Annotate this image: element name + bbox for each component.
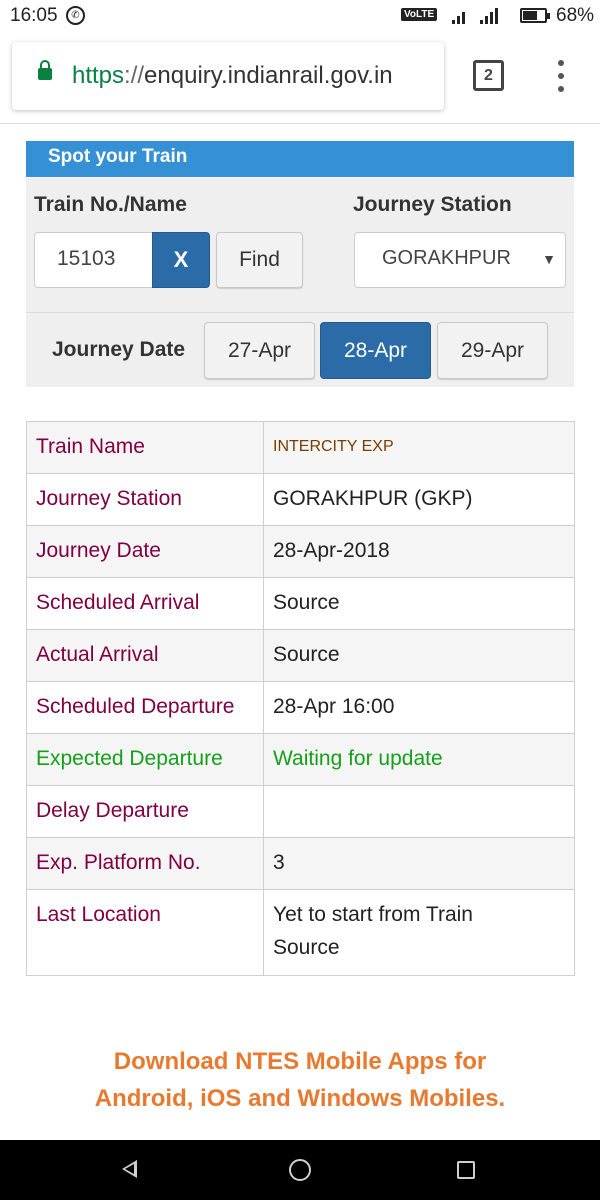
date-button-28-apr[interactable]: 28-Apr: [320, 322, 431, 379]
promo-line-1: Download NTES Mobile Apps for: [113, 1048, 487, 1075]
url-bar[interactable]: https://enquiry.indianrail.gov.in: [12, 42, 444, 110]
row-key: Delay Departure: [26, 785, 264, 838]
station-label: Journey Station: [353, 193, 512, 216]
row-value: Waiting for update: [263, 733, 575, 786]
row-value: Source: [263, 577, 575, 630]
row-key: Actual Arrival: [26, 629, 264, 682]
signal-icon: [452, 8, 498, 24]
browser-toolbar: https://enquiry.indianrail.gov.in 2: [0, 32, 600, 124]
date-button-29-apr[interactable]: 29-Apr: [437, 322, 548, 379]
table-row: Expected Departure Waiting for update: [26, 733, 575, 786]
chevron-down-icon: ▼: [542, 251, 556, 267]
url-scheme: https: [72, 62, 125, 89]
row-value: 3: [263, 837, 575, 890]
app-download-promo[interactable]: Download NTES Mobile Apps for Android, i…: [0, 1043, 600, 1117]
row-key: Exp. Platform No.: [26, 837, 264, 890]
status-time: 16:05: [10, 5, 58, 26]
table-row: Journey Station GORAKHPUR (GKP): [26, 473, 575, 526]
divider: [26, 312, 574, 313]
row-value: Source: [263, 629, 575, 682]
navigation-bar: [0, 1140, 600, 1200]
row-key: Expected Departure: [26, 733, 264, 786]
row-value: 28-Apr 16:00: [263, 681, 575, 734]
table-row: Actual Arrival Source: [26, 629, 575, 682]
url-separator: ://: [124, 62, 145, 89]
row-key: Train Name: [26, 421, 264, 474]
table-row: Delay Departure: [26, 785, 575, 838]
battery-icon: [520, 8, 550, 23]
url-host: enquiry.indianrail.gov.in: [144, 62, 393, 89]
tab-switcher-button[interactable]: 2: [473, 60, 504, 91]
row-value: [263, 785, 575, 838]
table-row: Exp. Platform No. 3: [26, 837, 575, 890]
overflow-menu-icon[interactable]: [552, 60, 570, 94]
whatsapp-icon: ✆: [66, 6, 85, 25]
back-icon[interactable]: [122, 1160, 137, 1178]
find-button[interactable]: Find: [216, 232, 303, 288]
row-value: INTERCITY EXP: [263, 421, 575, 474]
row-value: 28-Apr-2018: [263, 525, 575, 578]
recent-apps-icon[interactable]: [457, 1161, 475, 1179]
clear-button[interactable]: X: [152, 232, 210, 288]
station-select-value: GORAKHPUR: [382, 247, 511, 269]
row-key: Last Location: [26, 889, 264, 976]
battery-percent: 68%: [556, 5, 595, 26]
row-value: Yet to start from Train Source: [263, 889, 575, 976]
table-row: Train Name INTERCITY EXP: [26, 421, 575, 474]
home-icon[interactable]: [289, 1159, 311, 1181]
panel-title: Spot your Train: [26, 141, 574, 178]
table-row: Scheduled Arrival Source: [26, 577, 575, 630]
table-row: Last Location Yet to start from Train So…: [26, 889, 575, 976]
station-select[interactable]: GORAKHPUR ▼: [354, 232, 566, 288]
status-bar: 16:05 ✆ VoLTE 68%: [0, 0, 600, 32]
row-key: Scheduled Arrival: [26, 577, 264, 630]
train-details-table: Train Name INTERCITY EXP Journey Station…: [26, 421, 575, 976]
row-key: Journey Station: [26, 473, 264, 526]
row-key: Journey Date: [26, 525, 264, 578]
row-key: Scheduled Departure: [26, 681, 264, 734]
train-number-input[interactable]: 15103: [34, 232, 153, 288]
promo-line-2: Android, iOS and Windows Mobiles.: [94, 1085, 506, 1112]
lock-icon: [38, 60, 52, 80]
table-row: Scheduled Departure 28-Apr 16:00: [26, 681, 575, 734]
date-button-27-apr[interactable]: 27-Apr: [204, 322, 315, 379]
table-row: Journey Date 28-Apr-2018: [26, 525, 575, 578]
volte-badge: VoLTE: [401, 8, 438, 21]
train-label: Train No./Name: [34, 193, 187, 216]
url-text[interactable]: https://enquiry.indianrail.gov.in: [72, 62, 393, 90]
journey-date-label: Journey Date: [52, 338, 186, 361]
spot-train-panel: Spot your Train Train No./Name Journey S…: [26, 141, 574, 387]
row-value: GORAKHPUR (GKP): [263, 473, 575, 526]
